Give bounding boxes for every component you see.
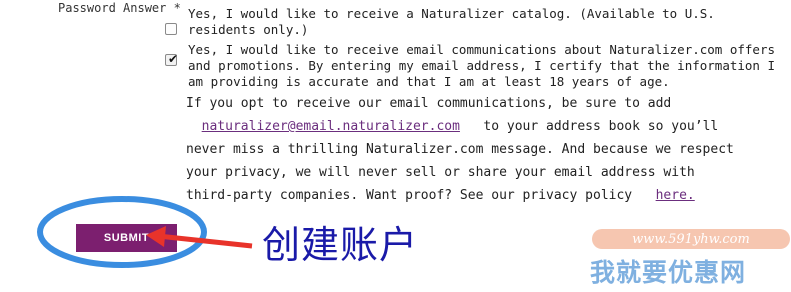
email-info-paragraph: If you opt to receive our email communic… (186, 92, 746, 207)
privacy-policy-link[interactable]: here. (656, 188, 695, 203)
email-optin-checkbox[interactable]: ✔ (165, 52, 179, 66)
annotation-caption: 创建账户 (262, 223, 419, 267)
info-text-part1: If you opt to receive our email communic… (186, 96, 672, 111)
watermark-text: 我就要优惠网 (590, 258, 747, 287)
email-address-link[interactable]: naturalizer@email.naturalizer.com (202, 119, 460, 134)
watermark-url: www.591yhw.com (592, 229, 790, 249)
email-optin-text: Yes, I would like to receive email commu… (188, 42, 775, 89)
catalog-checkbox[interactable] (165, 23, 177, 35)
catalog-optin-text: Yes, I would like to receive a Naturaliz… (188, 6, 715, 37)
password-answer-label: Password Answer * (58, 1, 181, 15)
submit-button[interactable]: SUBMIT (76, 224, 177, 252)
checkmark-icon: ✔ (168, 52, 179, 66)
